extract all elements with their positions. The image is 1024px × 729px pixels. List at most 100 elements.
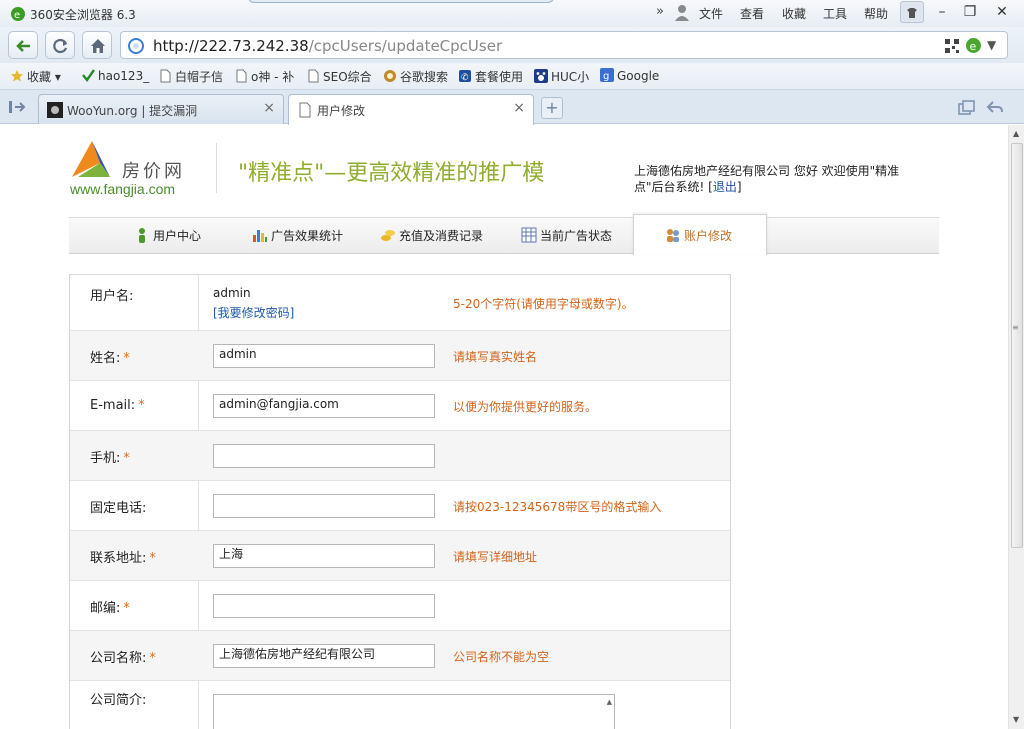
sidebar-toggle-icon[interactable] [8, 99, 26, 115]
chevron-down-icon[interactable]: ▼ [987, 38, 996, 52]
page-icon [308, 69, 319, 83]
svg-text:✆: ✆ [461, 73, 469, 83]
tab-label: 用户修改 [317, 104, 366, 118]
scroll-down-icon[interactable]: ▼ [1013, 715, 1019, 724]
row-mobile: 手机: * [70, 431, 730, 481]
mobile-label: 手机: * [90, 451, 130, 466]
phone-input[interactable] [213, 494, 435, 518]
users-icon [667, 229, 679, 242]
email-hint: 以便为你提供更好的服务。 [453, 400, 598, 414]
email-label: E-mail: * [90, 398, 145, 413]
restore-button[interactable]: ❐ [958, 1, 982, 23]
menu-tools[interactable]: 工具 [823, 5, 847, 22]
bookmark-google[interactable]: g Google [600, 68, 659, 86]
svg-text:e: e [970, 40, 977, 53]
nav-account-edit[interactable]: 账户修改 [633, 214, 767, 255]
row-intro: 公司简介: ▲ [70, 681, 730, 729]
tab-label: WooYun.org | 提交漏洞 [67, 104, 198, 118]
zip-label: 邮编: * [90, 601, 130, 616]
scroll-thumb[interactable] [1011, 143, 1023, 548]
tab-strip: WooYun.org | 提交漏洞 × 用户修改 × + [0, 90, 1024, 125]
intro-label: 公司简介: [90, 693, 147, 708]
address-bar[interactable]: http://222.73.242.38/cpcUsers/updateCpcU… [120, 31, 1008, 59]
bookmarks-bar: 收藏 ▾ hao123_ 白帽子信 o神 - 补 SEO综合 谷歌搜索 ✆ 套餐使… [0, 63, 1024, 90]
page-icon [236, 69, 247, 83]
bookmark-google-search[interactable]: 谷歌搜索 [383, 68, 448, 86]
bookmark-seo[interactable]: SEO综合 [306, 68, 372, 86]
bookmark-huc[interactable]: HUC小 [534, 68, 589, 86]
menu-view[interactable]: 查看 [740, 5, 764, 22]
intro-textarea[interactable]: ▲ [213, 694, 615, 729]
required-mark: * [123, 351, 130, 366]
close-tab-icon[interactable]: × [513, 100, 525, 116]
home-button[interactable] [82, 31, 112, 59]
mobile-input[interactable] [213, 444, 435, 468]
hao123-icon [82, 69, 95, 82]
slogan: "精准点"—更高效精准的推广模 [238, 161, 545, 186]
qr-code-icon[interactable] [945, 39, 959, 53]
change-password-link[interactable]: [我要修改密码] [213, 304, 294, 321]
star-icon [11, 70, 23, 82]
company-hint: 公司名称不能为空 [453, 650, 550, 664]
bookmark-package[interactable]: ✆ 套餐使用 [458, 68, 523, 86]
user-account-icon[interactable] [674, 4, 690, 22]
new-tab-button[interactable]: + [541, 97, 563, 119]
bookmark-hao123[interactable]: hao123_ [81, 68, 149, 86]
menu-help[interactable]: 帮助 [864, 5, 888, 22]
row-username: 用户名: admin [我要修改密码] 5-20个字符(请使用字母或数字)。 [70, 275, 730, 331]
home-icon [91, 39, 105, 53]
minimize-button[interactable]: – [930, 1, 954, 23]
name-label: 姓名: * [90, 351, 130, 366]
header-divider [216, 143, 217, 193]
skin-button[interactable] [900, 1, 924, 23]
tab-list-icon[interactable] [958, 100, 976, 116]
close-tab-icon[interactable]: × [263, 100, 275, 116]
table-icon [521, 227, 537, 243]
company-input[interactable]: 上海德佑房地产经纪有限公司 [213, 644, 435, 668]
ie-mode-icon[interactable]: e [965, 37, 982, 54]
page-scrollbar[interactable]: ▲ ≡ ▼ [1008, 125, 1024, 729]
account-form: 用户名: admin [我要修改密码] 5-20个字符(请使用字母或数字)。 姓… [69, 274, 731, 729]
close-window-button[interactable]: ✕ [990, 1, 1014, 23]
scroll-up-icon[interactable]: ▲ [1013, 129, 1019, 138]
coins-icon [381, 230, 395, 241]
address-toolbar: http://222.73.242.38/cpcUsers/updateCpcU… [0, 27, 1024, 63]
fangjia-logo[interactable]: 房价网 www.fangjia.com [70, 137, 210, 197]
bookmark-favorites[interactable]: 收藏 ▾ [10, 68, 61, 86]
menu-file[interactable]: 文件 [699, 5, 723, 22]
tab-user-edit[interactable]: 用户修改 × [288, 94, 534, 125]
url-path: /cpcUsers/updateCpcUser [308, 37, 503, 55]
url-text[interactable]: http://222.73.242.38/cpcUsers/updateCpcU… [153, 37, 502, 55]
menu-favorites[interactable]: 收藏 [782, 5, 806, 22]
paw-icon [534, 69, 548, 83]
email-input[interactable]: admin@fangjia.com [213, 394, 435, 418]
nav-ad-status[interactable]: 当前广告状态 [521, 227, 612, 244]
arrow-left-icon [16, 40, 30, 52]
bookmark-oshen[interactable]: o神 - 补 [234, 68, 294, 86]
bookmark-whitehat[interactable]: 白帽子信 [158, 68, 223, 86]
browser-logo-icon: e [11, 7, 25, 21]
browser-title: 360安全浏览器 6.3 [30, 8, 136, 22]
address-label: 联系地址: * [90, 551, 156, 566]
browser-titlebar: e 360安全浏览器 6.3 » 文件 查看 收藏 工具 帮助 – ❐ ✕ [0, 0, 1024, 27]
undo-close-icon[interactable] [986, 100, 1004, 116]
nav-user-center[interactable]: 用户中心 [134, 227, 201, 244]
address-input[interactable]: 上海 [213, 544, 435, 568]
tab-wooyun[interactable]: WooYun.org | 提交漏洞 × [38, 94, 284, 124]
more-menu-icon[interactable]: » [656, 4, 664, 19]
zip-input[interactable] [213, 594, 435, 618]
refresh-button[interactable] [45, 31, 75, 59]
back-button[interactable] [8, 31, 38, 59]
required-mark: * [149, 651, 156, 666]
refresh-icon [53, 38, 68, 54]
name-input[interactable]: admin [213, 344, 435, 368]
nav-ad-stats[interactable]: 广告效果统计 [252, 227, 343, 244]
page-content: 房价网 www.fangjia.com "精准点"—更高效精准的推广模 上海德佑… [0, 125, 1008, 729]
nav-recharge-records[interactable]: 充值及消费记录 [380, 227, 483, 244]
site-security-icon[interactable] [127, 37, 145, 55]
search-engine-icon [384, 70, 396, 82]
row-name: 姓名: * admin 请填写真实姓名 [70, 331, 730, 381]
logout-link[interactable]: 退出 [713, 180, 737, 194]
scroll-up-icon[interactable]: ▲ [607, 698, 612, 706]
required-mark: * [138, 398, 145, 413]
